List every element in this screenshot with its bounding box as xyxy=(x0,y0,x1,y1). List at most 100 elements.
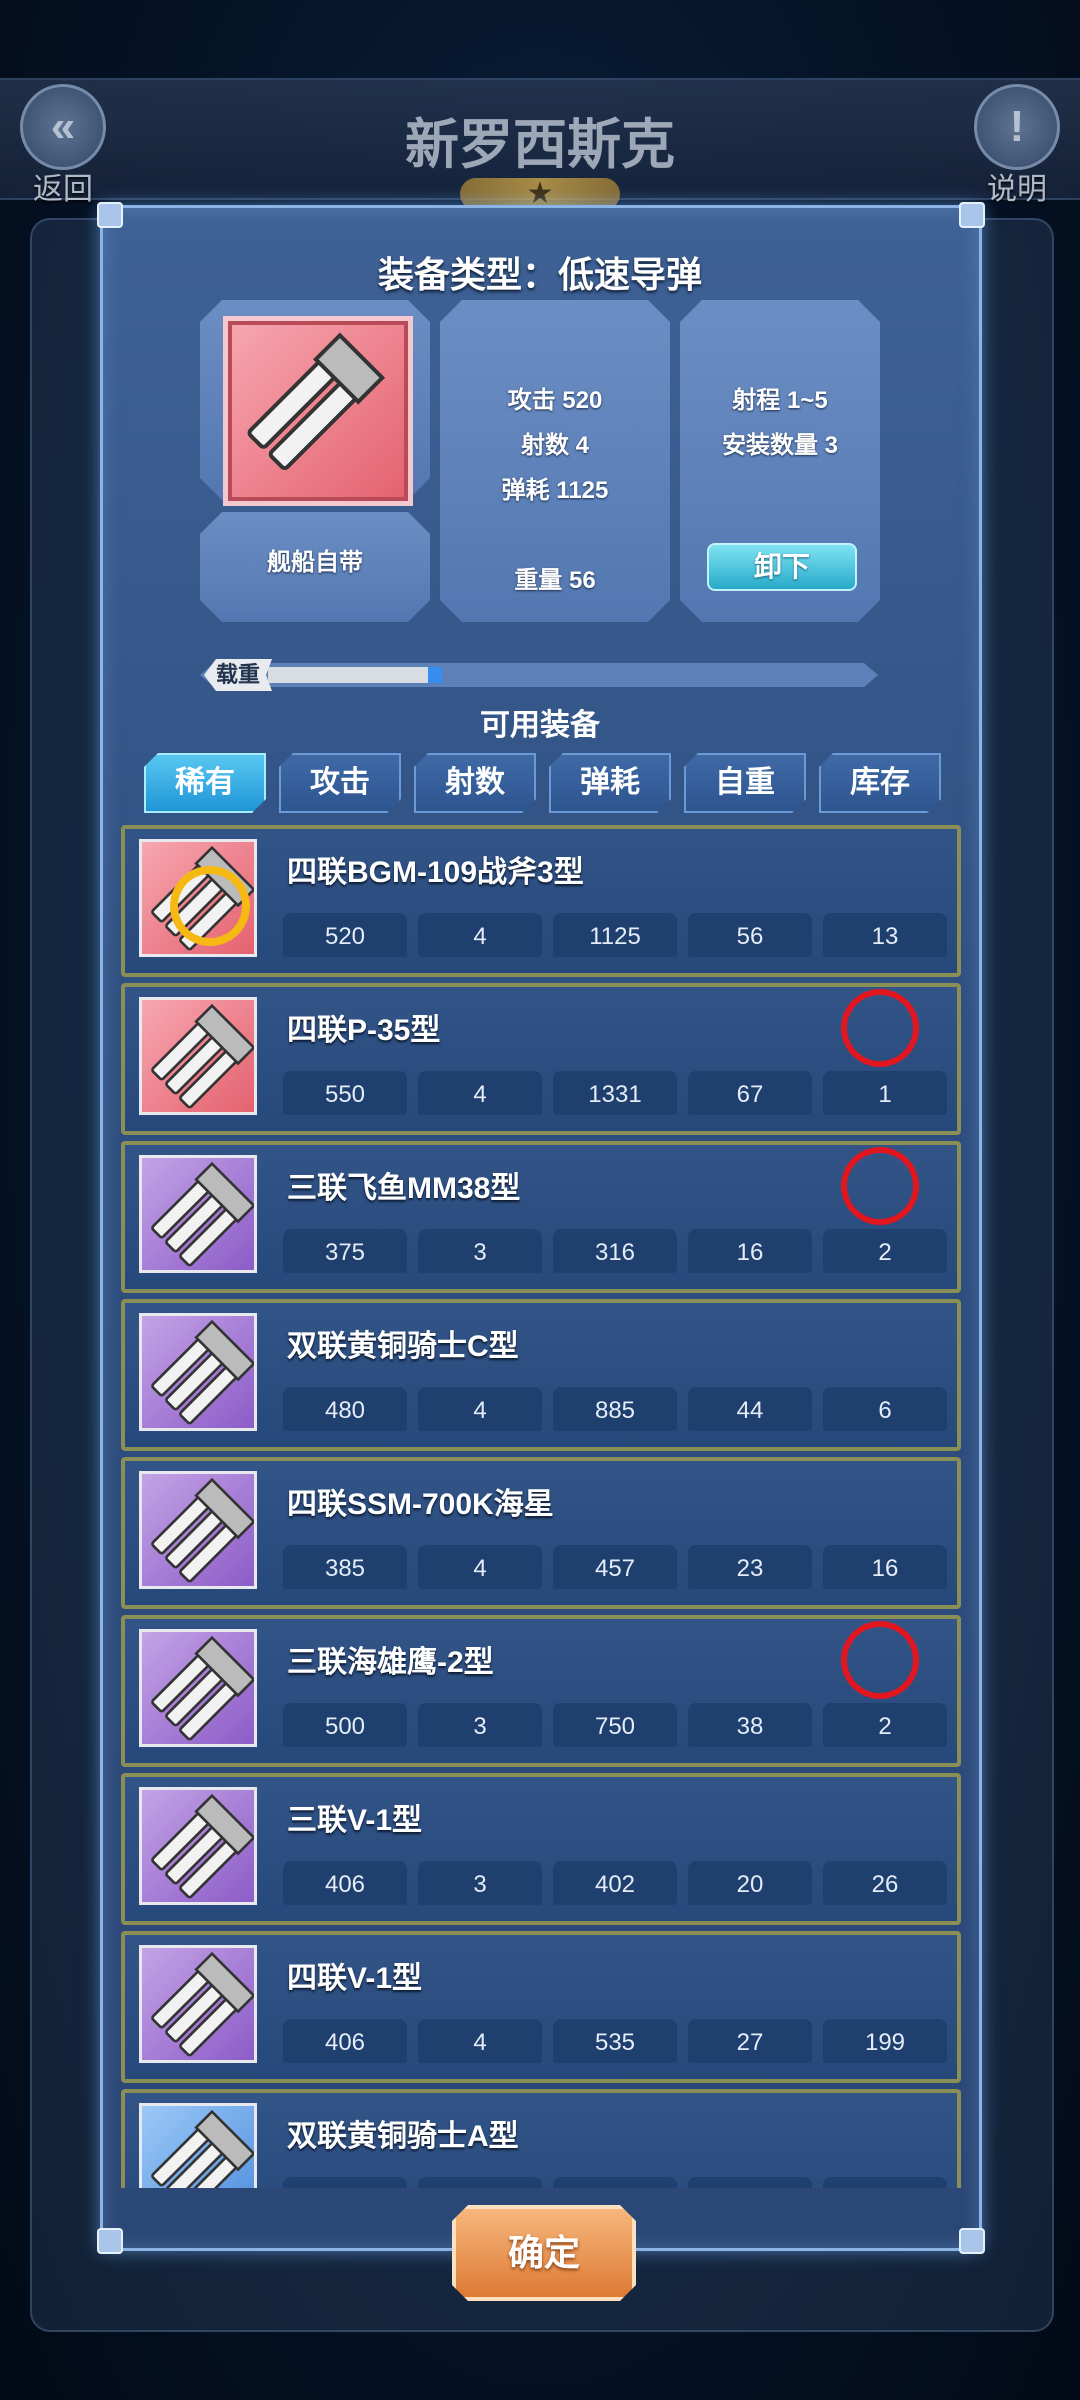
attack-stat: 攻击 520 xyxy=(507,387,603,414)
item-stat-cell: 3 xyxy=(418,1861,542,1905)
item-stat-cell: 44 xyxy=(688,1387,812,1431)
list-item[interactable]: 四联SSM-700K海星 385 4 457 23 16 xyxy=(121,1457,961,1609)
item-name: 三联海雄鹰-2型 xyxy=(287,1646,494,1679)
item-stat-cell: 520 xyxy=(283,913,407,957)
item-name: 四联SSM-700K海星 xyxy=(287,1488,554,1521)
corner-deco xyxy=(97,202,123,228)
shots-stat: 射数 4 xyxy=(520,432,589,459)
item-stat-cell: 385 xyxy=(283,1545,407,1589)
item-stat-cell: 4 xyxy=(418,913,542,957)
item-stat-cell: 316 xyxy=(553,1229,677,1273)
item-stat-cell: 1125 xyxy=(553,913,677,957)
tab-rarity[interactable]: 稀有 xyxy=(144,753,266,813)
item-thumbnail xyxy=(139,997,257,1115)
equipment-type-title: 装备类型：低速导弹 xyxy=(377,254,702,295)
missile-icon xyxy=(151,1319,256,1425)
tab-weight[interactable]: 自重 xyxy=(684,753,806,813)
source-label: 舰船自带 xyxy=(267,549,363,576)
item-stat-cell: 23 xyxy=(688,1545,812,1589)
range-stat: 射程 1~5 xyxy=(732,387,828,414)
item-name: 双联黄铜骑士C型 xyxy=(287,1330,519,1363)
item-stat-cell xyxy=(823,2177,947,2188)
item-stat-cell: 6 xyxy=(823,1387,947,1431)
item-stat-cell: 457 xyxy=(553,1545,677,1589)
item-stat-cell: 4 xyxy=(418,2019,542,2063)
item-stat-cell: 402 xyxy=(553,1861,677,1905)
list-item[interactable]: 四联V-1型 406 4 535 27 199 xyxy=(121,1931,961,2083)
missile-icon xyxy=(151,1793,256,1899)
item-stat-cell: 375 xyxy=(283,1229,407,1273)
stamp-icon xyxy=(832,1138,928,1234)
item-stat-cell xyxy=(283,2177,407,2188)
item-stat-cell: 4 xyxy=(418,1545,542,1589)
item-thumbnail xyxy=(139,2103,257,2188)
list-item[interactable]: 四联BGM-109战斧3型 520 4 1125 56 13 xyxy=(121,825,961,977)
list-item[interactable]: 三联海雄鹰-2型 500 3 750 38 2 xyxy=(121,1612,961,1767)
item-thumbnail xyxy=(139,839,262,958)
missile-icon xyxy=(151,2109,256,2188)
current-item-icon[interactable] xyxy=(223,316,413,506)
item-name: 四联V-1型 xyxy=(287,1962,423,1995)
item-stat-cell: 535 xyxy=(553,2019,677,2063)
item-stat-cell: 27 xyxy=(688,2019,812,2063)
item-stat-cell: 2 xyxy=(823,1229,947,1273)
help-icon: ! xyxy=(974,84,1060,170)
load-weight-fill xyxy=(268,667,428,683)
item-thumbnail xyxy=(139,1155,257,1273)
tab-ammo[interactable]: 弹耗 xyxy=(549,753,671,813)
item-thumbnail xyxy=(139,1787,257,1905)
list-item[interactable]: 三联飞鱼MM38型 375 3 316 16 2 xyxy=(121,1138,961,1293)
item-stat-cell: 2 xyxy=(823,1703,947,1747)
equipment-list[interactable]: 四联BGM-109战斧3型 520 4 1125 56 13 四联P-35型 550 4 1331… xyxy=(118,825,962,2188)
item-stat-cell: 885 xyxy=(553,1387,677,1431)
list-item[interactable]: 双联黄铜骑士C型 480 4 885 44 6 xyxy=(121,1299,961,1451)
corner-deco xyxy=(959,2228,985,2254)
available-equipment-title: 可用装备 xyxy=(480,709,600,742)
stamp-icon xyxy=(832,1612,928,1708)
page-title: 新罗西斯克 xyxy=(405,115,675,175)
missile-icon xyxy=(247,332,386,470)
item-stat-cell xyxy=(688,2177,812,2188)
item-stat-cell: 16 xyxy=(688,1229,812,1273)
item-thumbnail xyxy=(139,1945,257,2063)
item-stat-cell: 480 xyxy=(283,1387,407,1431)
install-count-stat: 安装数量 3 xyxy=(721,432,838,459)
item-stat-cell: 500 xyxy=(283,1703,407,1747)
item-stat-cell xyxy=(553,2177,677,2188)
list-item[interactable]: 三联V-1型 406 3 402 20 26 xyxy=(121,1773,961,1925)
load-weight-label: 载重 xyxy=(204,659,272,691)
item-thumbnail xyxy=(139,1313,257,1431)
item-name: 双联黄铜骑士A型 xyxy=(287,2120,519,2153)
help-button[interactable]: ! 说明 xyxy=(962,84,1072,206)
item-stat-cell: 3 xyxy=(418,1229,542,1273)
load-weight-tip xyxy=(428,667,442,683)
load-weight-bar xyxy=(200,663,878,687)
missile-icon xyxy=(151,1161,256,1267)
item-stat-cell: 16 xyxy=(823,1545,947,1589)
stamp-icon xyxy=(832,980,928,1076)
item-name: 四联BGM-109战斧3型 xyxy=(287,856,584,889)
list-item[interactable]: 四联P-35型 550 4 1331 67 1 xyxy=(121,980,961,1135)
unload-button[interactable]: 卸下 xyxy=(707,543,857,591)
list-item[interactable]: 双联黄铜骑士A型 xyxy=(121,2089,961,2188)
tab-stock[interactable]: 库存 xyxy=(819,753,941,813)
item-stat-cell: 199 xyxy=(823,2019,947,2063)
item-thumbnail xyxy=(139,1629,257,1747)
weight-stat: 重量 56 xyxy=(514,567,596,594)
corner-deco xyxy=(959,202,985,228)
missile-icon xyxy=(151,1477,256,1583)
ammo-stat: 弹耗 1125 xyxy=(501,477,609,504)
item-stat-cell: 20 xyxy=(688,1861,812,1905)
item-stat-cell: 1331 xyxy=(553,1071,677,1115)
tab-attack[interactable]: 攻击 xyxy=(279,753,401,813)
confirm-button[interactable]: 确定 xyxy=(452,2205,636,2301)
item-stat-cell: 4 xyxy=(418,1387,542,1431)
missile-icon xyxy=(151,1951,256,2057)
item-stat-cell: 406 xyxy=(283,1861,407,1905)
item-stat-cell: 550 xyxy=(283,1071,407,1115)
item-stat-cell: 38 xyxy=(688,1703,812,1747)
missile-icon xyxy=(151,1003,256,1109)
item-name: 三联V-1型 xyxy=(287,1804,423,1837)
item-stat-cell: 750 xyxy=(553,1703,677,1747)
tab-shots[interactable]: 射数 xyxy=(414,753,536,813)
